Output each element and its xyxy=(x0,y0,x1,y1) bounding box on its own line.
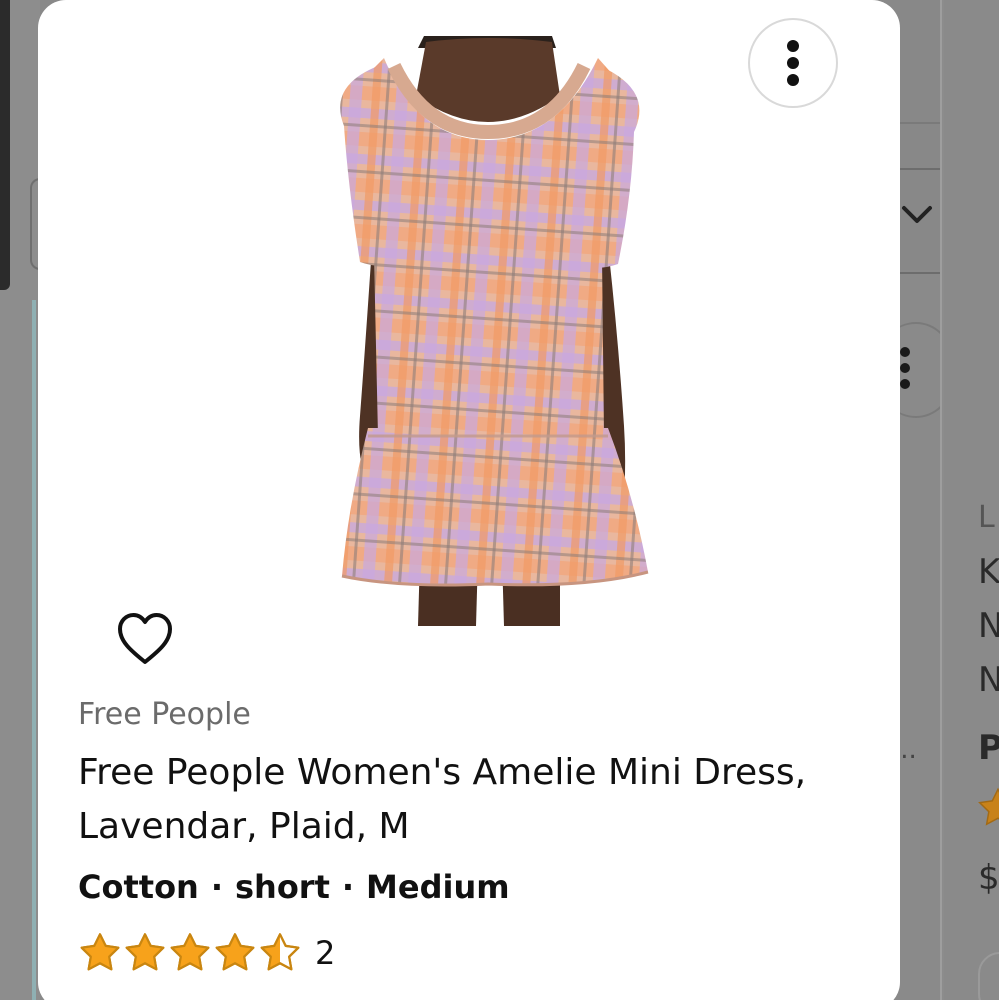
star-full-icon xyxy=(215,933,255,971)
left-dimmed-area xyxy=(0,0,46,1000)
neighbor-title-fragment: K xyxy=(978,552,999,592)
star-icon xyxy=(978,787,999,826)
attribute-length: short xyxy=(234,868,330,906)
heart-outline-icon xyxy=(118,613,172,664)
screen: ... L K N N P $ Free People Free People … xyxy=(0,0,999,1000)
background-divider xyxy=(900,122,940,124)
product-card[interactable]: Free People Free People Women's Amelie M… xyxy=(38,0,900,1000)
attribute-size: Medium xyxy=(366,868,510,906)
favorite-button[interactable] xyxy=(114,608,176,670)
neighbor-title-fragment: N xyxy=(978,660,999,700)
product-brand: Free People xyxy=(78,697,251,732)
kebab-menu-icon xyxy=(900,347,910,389)
neighbor-title-fragment: N xyxy=(978,606,999,646)
product-image[interactable] xyxy=(308,36,668,626)
kebab-menu-icon xyxy=(787,40,799,86)
star-full-icon xyxy=(170,933,210,971)
attribute-separator: · xyxy=(341,868,355,906)
review-count: 2 xyxy=(315,934,336,972)
background-accent-line xyxy=(32,300,36,1000)
star-full-icon xyxy=(125,933,165,971)
background-dark-bar xyxy=(0,0,10,290)
star-rating xyxy=(78,931,303,975)
star-full-icon xyxy=(80,933,120,971)
star-half-icon xyxy=(260,933,300,971)
neighbor-brand-fragment: L xyxy=(978,500,995,535)
neighbor-attr-fragment: P xyxy=(978,728,999,768)
chevron-down-icon xyxy=(902,206,932,223)
attribute-separator: · xyxy=(210,868,223,906)
product-attributes: Cotton · short · Medium xyxy=(78,868,510,906)
attribute-material: Cotton xyxy=(78,868,199,906)
more-options-button[interactable] xyxy=(748,18,838,108)
product-title[interactable]: Free People Women's Amelie Mini Dress, L… xyxy=(78,746,878,854)
neighbor-price-fragment: $ xyxy=(978,858,999,898)
product-rating[interactable]: 2 xyxy=(78,928,335,978)
